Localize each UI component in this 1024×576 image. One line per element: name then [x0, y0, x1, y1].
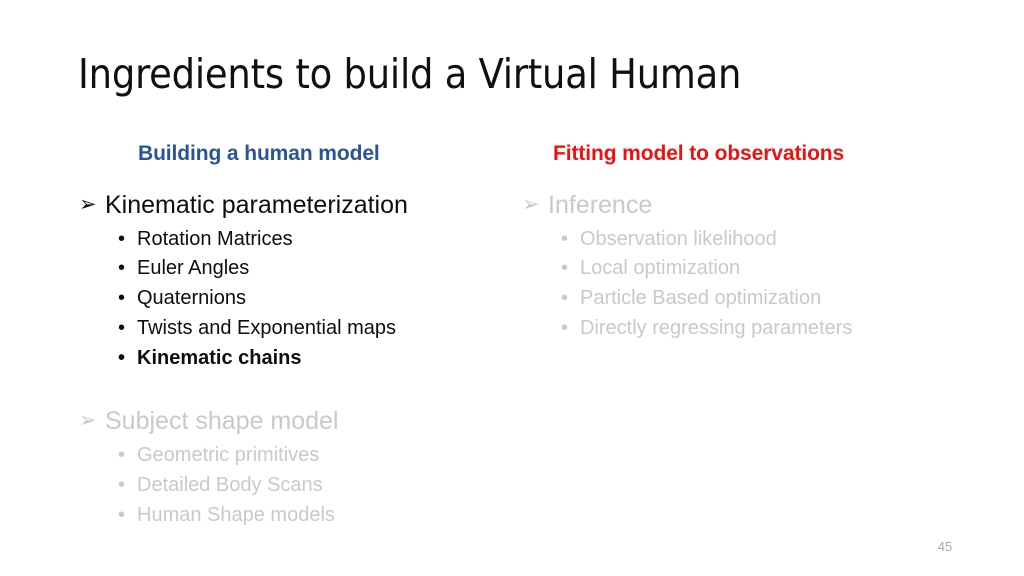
round-bullet-icon: • [561, 287, 569, 310]
round-bullet-icon: • [118, 473, 126, 496]
round-bullet-icon: • [561, 257, 569, 280]
list-item: • Twists and Exponential maps [78, 314, 508, 344]
bullet-group-kinematic-parameterization: ➢ Kinematic parameterization • Rotation Mat… [78, 190, 508, 373]
round-bullet-icon: • [561, 316, 569, 339]
list-item: • Euler Angles [78, 254, 508, 284]
column-heading-fitting-model-to-observations: Fitting model to observations [553, 142, 845, 165]
list-item-label: Human Shape models [137, 503, 335, 526]
list-item-label: Geometric primitives [137, 443, 320, 466]
arrow-bullet-icon: ➢ [79, 409, 97, 433]
list-item-label: Quaternions [137, 287, 246, 310]
round-bullet-icon: • [561, 227, 569, 250]
list-item: • Local optimization [521, 254, 961, 284]
bullet-group-subject-shape-model: ➢ Subject shape model • Geometric primitive… [78, 406, 508, 530]
slide-number: 45 [937, 539, 953, 554]
list-item-label: Observation likelihood [580, 227, 777, 250]
list-item: • Rotation Matrices [78, 225, 508, 255]
arrow-bullet-icon: ➢ [522, 193, 540, 216]
group-title-label: Kinematic parameterization [105, 191, 408, 219]
list-item: • Geometric primitives [78, 441, 508, 471]
list-item: • Quaternions [78, 284, 508, 314]
list-item: • Kinematic chains [78, 344, 508, 374]
round-bullet-icon: • [118, 257, 126, 280]
list-item-label: Detailed Body Scans [137, 473, 323, 496]
list-item-label: Euler Angles [137, 257, 250, 280]
bullet-group-inference: ➢ Inference • Observation likelihood • Local … [521, 190, 961, 344]
list-item: • Directly regressing parameters [521, 314, 961, 344]
round-bullet-icon: • [118, 287, 126, 310]
list-item-label: Rotation Matrices [137, 227, 293, 250]
sub-bullet-list: • Geometric primitives • Detailed Body Scan… [78, 441, 508, 530]
slide-title: Ingredients to build a Virtual Human [78, 50, 742, 98]
right-content-column: ➢ Inference • Observation likelihood • Local … [521, 190, 961, 344]
list-item: • Detailed Body Scans [78, 471, 508, 501]
round-bullet-icon: • [118, 316, 126, 339]
group-title: ➢ Inference [521, 190, 961, 221]
list-item-label: Particle Based optimization [580, 287, 822, 310]
arrow-bullet-icon: ➢ [79, 193, 97, 216]
group-title: ➢ Subject shape model [78, 406, 508, 437]
group-title-label: Inference [548, 191, 653, 219]
round-bullet-icon: • [118, 503, 126, 526]
group-title-label: Subject shape model [105, 407, 339, 436]
list-item-label: Directly regressing parameters [580, 316, 853, 339]
group-title: ➢ Kinematic parameterization [78, 190, 508, 221]
column-heading-building-a-human-model: Building a human model [138, 142, 380, 165]
round-bullet-icon: • [118, 443, 126, 466]
list-item: • Human Shape models [78, 501, 508, 531]
sub-bullet-list: • Rotation Matrices • Euler Angles • Quaterni… [78, 225, 508, 374]
list-item-label: Twists and Exponential maps [137, 316, 397, 339]
left-content-column: ➢ Kinematic parameterization • Rotation Mat… [78, 190, 508, 530]
presentation-slide: Ingredients to build a Virtual Human Bui… [0, 0, 1024, 576]
round-bullet-icon: • [118, 227, 126, 250]
round-bullet-icon: • [118, 346, 126, 369]
list-item: • Observation likelihood [521, 225, 961, 255]
list-item: • Particle Based optimization [521, 284, 961, 314]
list-item-label: Kinematic chains [137, 346, 302, 369]
sub-bullet-list: • Observation likelihood • Local optimizati… [521, 225, 961, 344]
list-item-label: Local optimization [580, 257, 741, 280]
